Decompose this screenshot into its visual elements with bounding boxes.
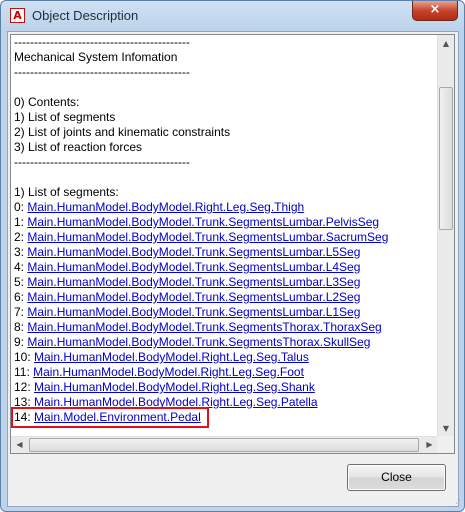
vertical-scroll-thumb[interactable] [439, 87, 453, 230]
segment-link[interactable]: Main.HumanModel.BodyModel.Trunk.Segments… [27, 245, 360, 259]
segment-list-item: 1: Main.HumanModel.BodyModel.Trunk.Segme… [14, 215, 434, 230]
segment-list-item: 5: Main.HumanModel.BodyModel.Trunk.Segme… [14, 275, 434, 290]
segment-index: 8: [14, 320, 28, 334]
segment-index: 7: [14, 305, 28, 319]
segment-link[interactable]: Main.HumanModel.BodyModel.Trunk.Segments… [27, 290, 360, 304]
description-content: ----------------------------------------… [14, 35, 434, 439]
segment-index: 10: [14, 350, 35, 364]
segment-index: 4: [14, 260, 28, 274]
segment-list-item: 6: Main.HumanModel.BodyModel.Trunk.Segme… [14, 290, 434, 305]
segment-link[interactable]: Main.HumanModel.BodyModel.Right.Leg.Seg.… [27, 200, 304, 214]
segment-index: 1: [14, 215, 28, 229]
segment-link[interactable]: Main.HumanModel.BodyModel.Trunk.Segments… [27, 335, 370, 349]
scroll-down-arrow-icon[interactable]: ▼ [438, 420, 454, 437]
segment-link[interactable]: Main.HumanModel.BodyModel.Trunk.Segments… [27, 320, 381, 334]
segment-link[interactable]: Main.HumanModel.BodyModel.Right.Leg.Seg.… [34, 350, 309, 364]
text-line: 0) Contents: [14, 95, 80, 109]
segment-list-item: 8: Main.HumanModel.BodyModel.Trunk.Segme… [14, 320, 434, 335]
text-line: 1) List of segments: [14, 185, 119, 199]
segment-list-item: 10: Main.HumanModel.BodyModel.Right.Leg.… [14, 350, 434, 365]
segment-index: 3: [14, 245, 28, 259]
segment-list-item: 7: Main.HumanModel.BodyModel.Trunk.Segme… [14, 305, 434, 320]
text-line: ----------------------------------------… [14, 35, 190, 49]
highlight-box [11, 407, 209, 428]
close-button[interactable]: Close [347, 464, 446, 491]
segment-list-item: 4: Main.HumanModel.BodyModel.Trunk.Segme… [14, 260, 434, 275]
resize-grip-icon[interactable]: ⋰ [452, 499, 462, 509]
segment-list-item: 12: Main.HumanModel.BodyModel.Right.Leg.… [14, 380, 434, 395]
segment-list-item: 3: Main.HumanModel.BodyModel.Trunk.Segme… [14, 245, 434, 260]
text-line: 2) List of joints and kinematic constrai… [14, 125, 231, 139]
horizontal-scrollbar[interactable]: ◀ ▶ [11, 436, 438, 453]
segment-link[interactable]: Main.HumanModel.BodyModel.Trunk.Segments… [27, 275, 360, 289]
scroll-right-arrow-icon[interactable]: ▶ [421, 437, 438, 453]
dialog-body: ----------------------------------------… [7, 31, 459, 507]
text-line: Mechanical System Infomation [14, 50, 178, 64]
segment-link[interactable]: Main.HumanModel.BodyModel.Trunk.Segments… [27, 230, 388, 244]
text-line: 1) List of segments [14, 110, 116, 124]
text-line [14, 80, 434, 95]
segment-link[interactable]: Main.HumanModel.BodyModel.Trunk.Segments… [27, 260, 360, 274]
text-line: 3) List of reaction forces [14, 140, 143, 154]
segment-index: 6: [14, 290, 28, 304]
segment-index: 5: [14, 275, 28, 289]
window-title: Object Description [32, 8, 139, 23]
segment-index: 12: [14, 380, 35, 394]
text-line: ----------------------------------------… [14, 155, 190, 169]
object-description-window: A Object Description × -----------------… [0, 0, 465, 512]
scroll-up-arrow-icon[interactable]: ▲ [438, 35, 454, 52]
text-line [14, 170, 434, 185]
scrollbar-corner [437, 436, 454, 453]
vertical-scrollbar[interactable]: ▲ ▼ [437, 35, 454, 437]
segment-index: 11: [14, 365, 34, 379]
segment-link[interactable]: Main.HumanModel.BodyModel.Right.Leg.Seg.… [34, 380, 315, 394]
segment-index: 0: [14, 200, 28, 214]
segment-link[interactable]: Main.HumanModel.BodyModel.Trunk.Segments… [27, 215, 379, 229]
title-bar[interactable]: A Object Description × [1, 1, 464, 31]
text-line: ----------------------------------------… [14, 65, 190, 79]
segment-list-item: 0: Main.HumanModel.BodyModel.Right.Leg.S… [14, 200, 434, 215]
app-logo-icon: A [10, 8, 25, 23]
segment-list-item: 9: Main.HumanModel.BodyModel.Trunk.Segme… [14, 335, 434, 350]
scroll-left-arrow-icon[interactable]: ◀ [11, 437, 28, 453]
description-textbox[interactable]: ----------------------------------------… [10, 34, 455, 454]
horizontal-scroll-thumb[interactable] [29, 438, 419, 452]
segment-link[interactable]: Main.HumanModel.BodyModel.Right.Leg.Seg.… [33, 365, 304, 379]
segment-index: 9: [14, 335, 28, 349]
segment-index: 2: [14, 230, 28, 244]
segment-list-item: 11: Main.HumanModel.BodyModel.Right.Leg.… [14, 365, 434, 380]
segment-link[interactable]: Main.HumanModel.BodyModel.Trunk.Segments… [27, 305, 360, 319]
segment-list-item: 2: Main.HumanModel.BodyModel.Trunk.Segme… [14, 230, 434, 245]
window-close-button[interactable]: × [412, 1, 458, 21]
